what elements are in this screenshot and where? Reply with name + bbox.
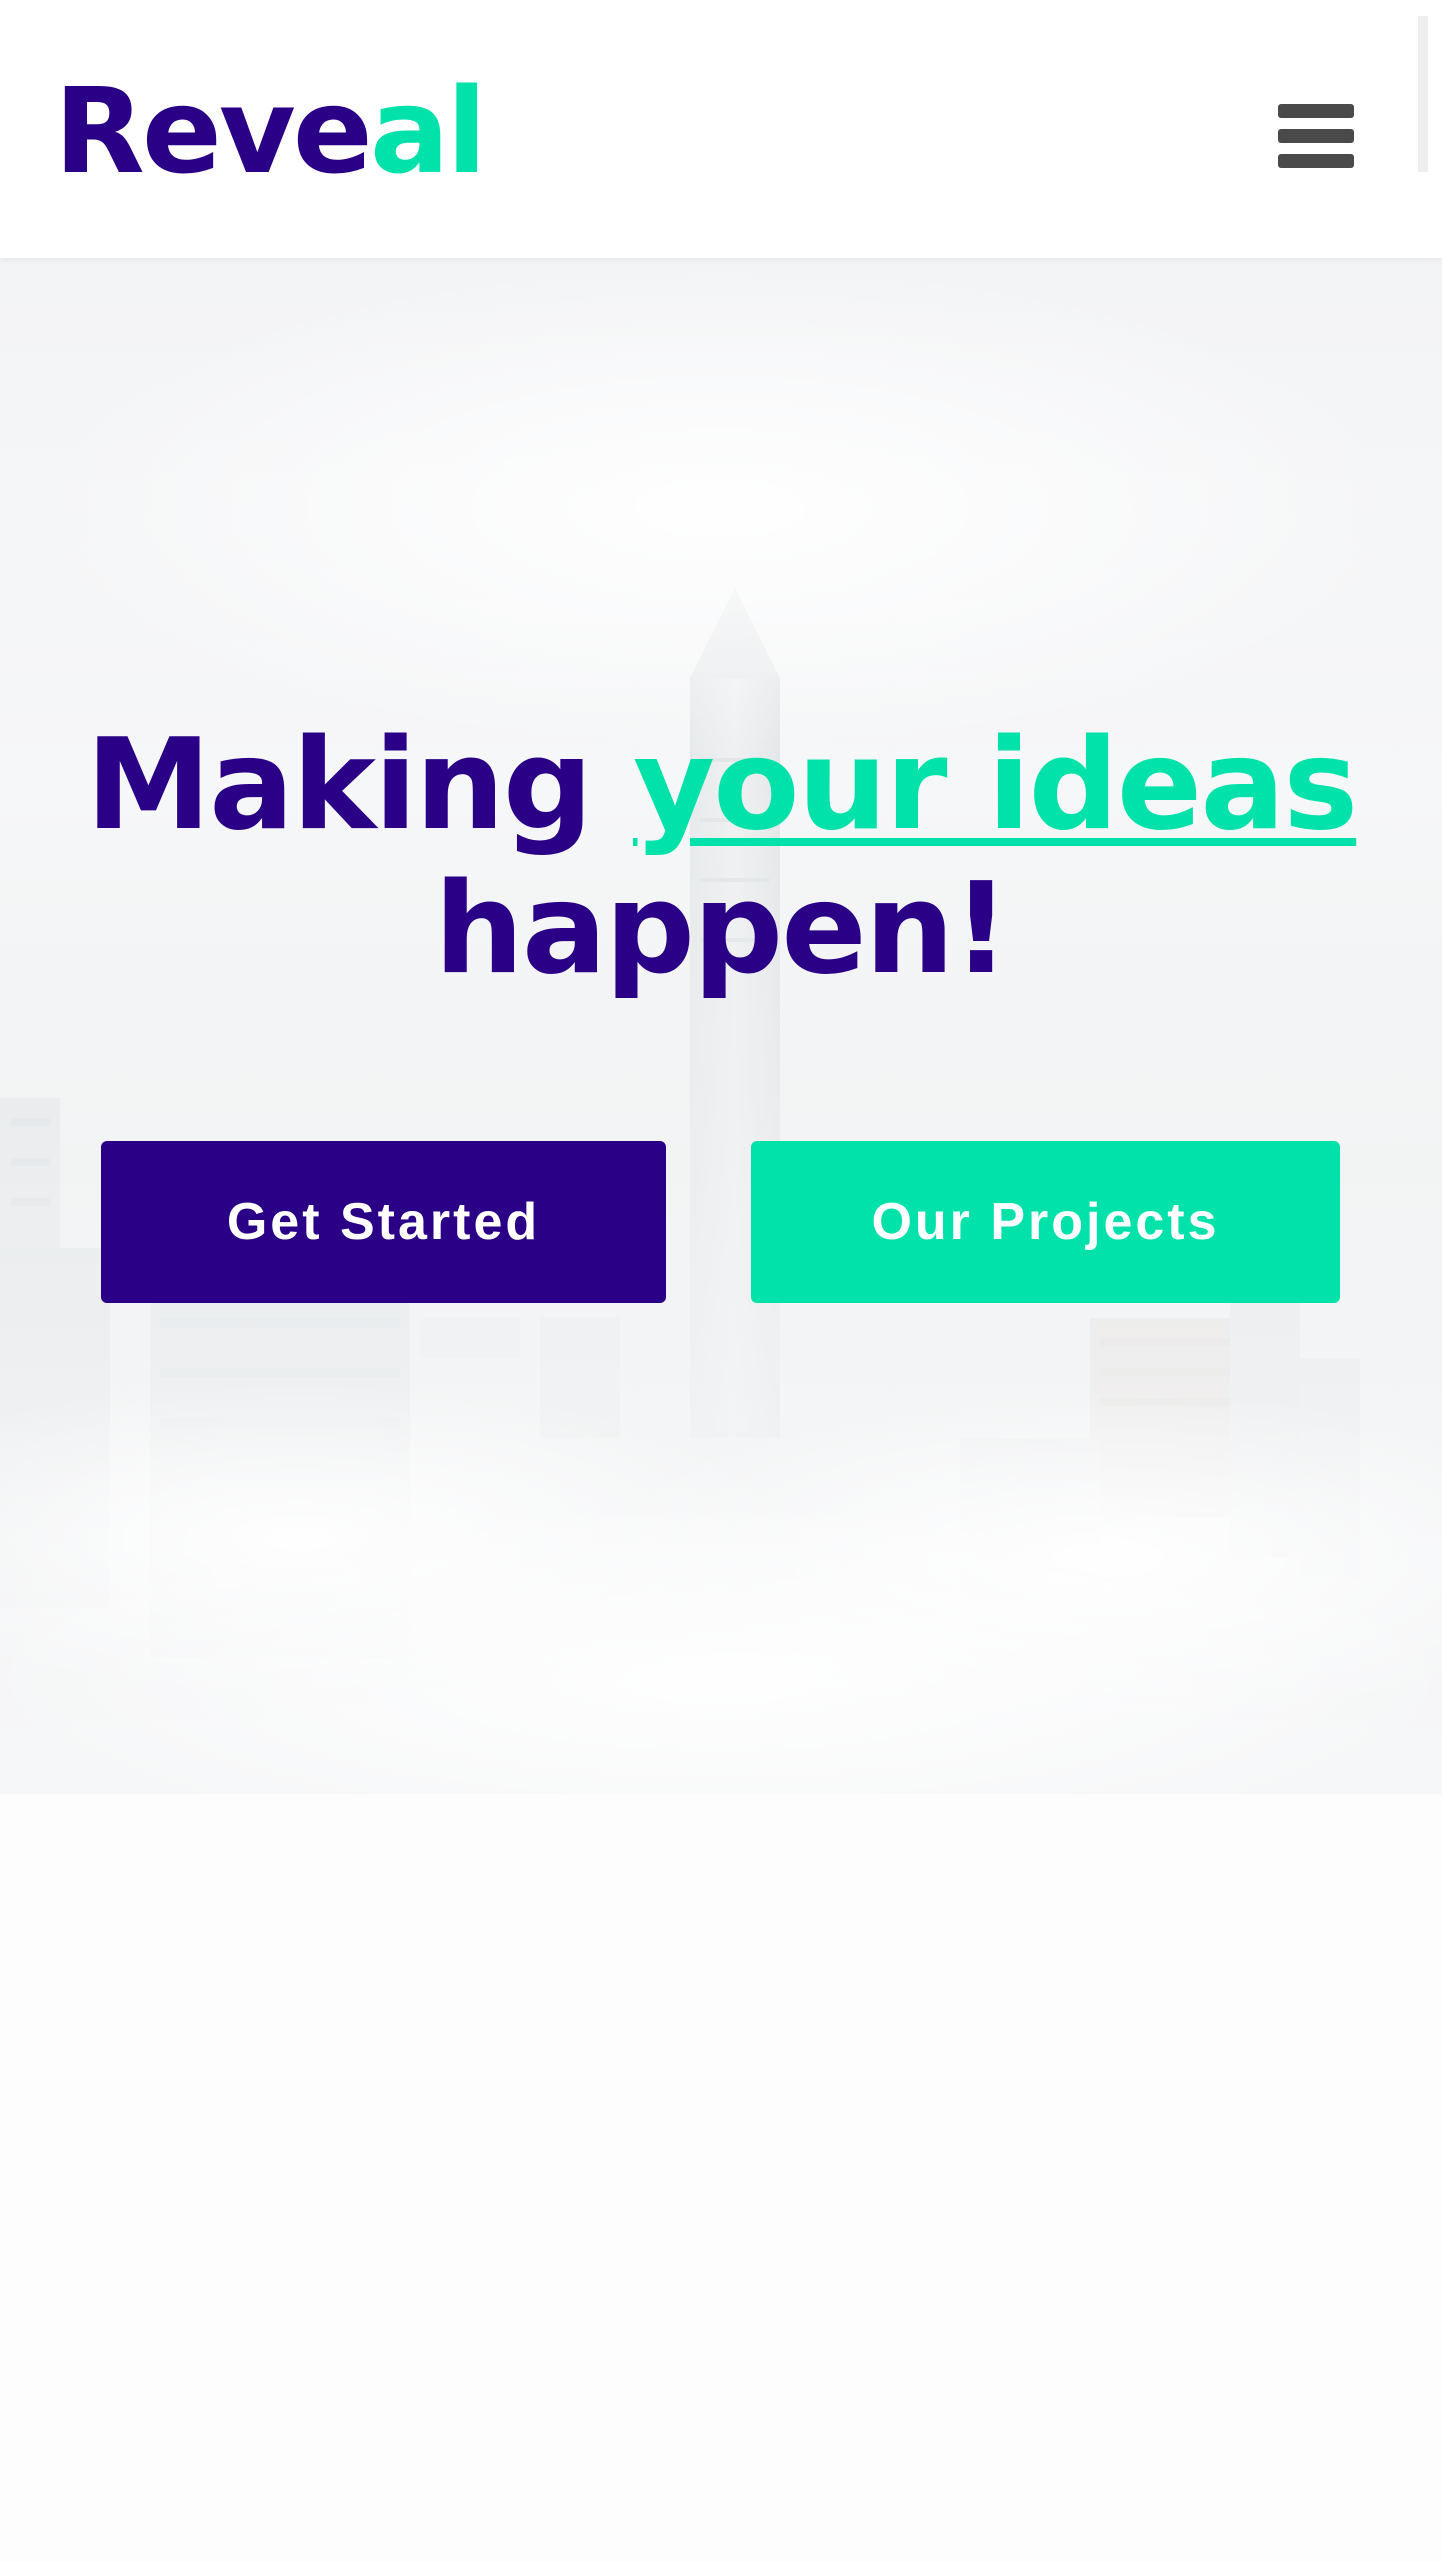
hero-headline: Making your ideas happen! [0,713,1442,1001]
hero-section: Making your ideas happen! Get Started Our… [0,258,1442,1794]
content-area-blank [0,1794,1442,2562]
menu-bar-middle [1278,129,1354,143]
headline-tail: happen! [434,855,1010,1002]
menu-bar-bottom [1278,154,1354,168]
our-projects-button[interactable]: Our Projects [751,1141,1340,1303]
site-header: Reveal [0,0,1442,258]
headline-accent-link: your ideas [632,711,1358,858]
logo-text-primary: Reve [54,62,373,200]
logo-text-accent: al [369,62,487,200]
headline-lead: Making [85,711,593,858]
menu-bar-top [1278,104,1354,118]
site-logo[interactable]: Reveal [54,56,487,206]
hamburger-menu-icon[interactable] [1266,96,1366,176]
hero-content: Making your ideas happen! Get Started Our… [0,258,1442,1794]
scrollbar-edge [1418,16,1428,172]
get-started-button[interactable]: Get Started [101,1141,666,1303]
